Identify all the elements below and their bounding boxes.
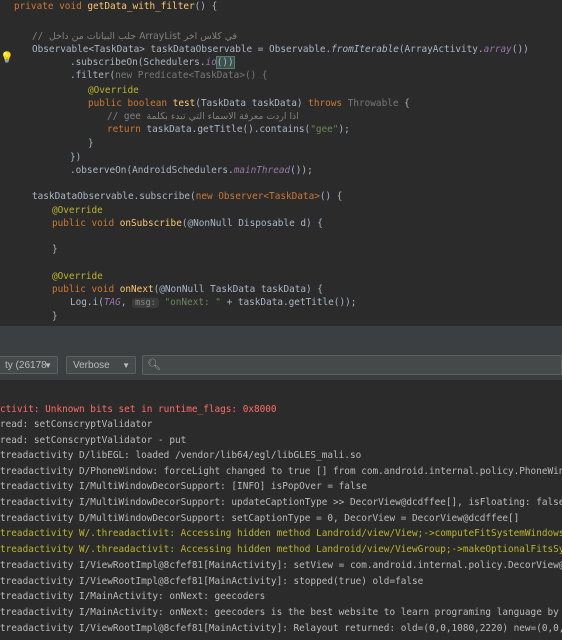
code-token: { [398,98,410,109]
code-token: (@NonNull Disposable d) { [181,218,323,229]
code-token: public void [52,284,115,295]
code-token: mainThread [233,165,291,176]
log-line: ctivit: Unknown bits set in runtime_flag… [0,404,277,415]
comment-marker: // [32,31,49,42]
chevron-down-icon: ▼ [44,361,52,370]
log-line: treadactivity W/.threadactivit: Accessin… [0,528,562,539]
log-level-select[interactable]: Verbose ▼ [66,356,136,374]
log-line: treadactivity I/MainActivity: onNext: ge… [0,607,562,618]
comment-text: جلب البيانات من داخل ArrayList في كلاس ا… [48,31,238,42]
code-token: (ArrayActivity. [398,44,484,55]
log-line: treadactivity D/MultiWindowDecorSupport:… [0,513,520,524]
parameter-hint: msg: [132,298,159,308]
code-token: io [205,57,217,68]
log-line: treadactivity I/ViewRootImpl@8cfef81[Mai… [0,576,424,587]
code-token: .observeOn(AndroidSchedulers. [70,165,234,176]
code-token: array [483,44,512,55]
method-name: test [172,98,196,109]
log-level-value: Verbose [73,360,110,371]
code-token: .subscribeOn(Schedulers. [70,57,206,68]
string-literal: "gee" [310,124,339,135]
code-token: throws [308,98,343,109]
search-icon: 🔍︎ [147,358,161,371]
code-token: taskDataObservable.subscribe( [32,191,196,202]
log-line: treadactivity D/PhoneWindow: forceLight … [0,466,562,477]
code-token: fromIterable [331,44,399,55]
code-token: private void [14,1,82,12]
string-literal: "onNext: " [164,297,221,308]
logcat-search[interactable]: 🔍︎ [142,355,562,375]
code-token: (TaskData taskData) [195,98,303,109]
method-name: onSubscribe [119,218,182,229]
annotation: @Override [88,85,139,96]
comment-text: اذا اردت معرفة الاسماء التي تبدء بكلمة [146,111,299,122]
logcat-toolbar: ty (26178 ▼ Verbose ▼ 🔍︎ [0,351,562,381]
process-select[interactable]: ty (26178 ▼ [0,356,58,374]
panel-separator[interactable] [0,325,562,352]
annotation: @Override [52,271,103,282]
log-line: treadactivity I/ViewRootImpl@8cfef81[Mai… [0,560,562,571]
code-token: } [88,138,94,149]
code-token: new Observer<TaskData> [195,191,320,202]
logcat-output[interactable]: ctivit: Unknown bits set in runtime_flag… [0,380,562,640]
code-token: , [120,297,133,308]
code-token: return [107,124,141,135]
log-line: treadactivity W/.threadactivit: Accessin… [0,544,562,555]
code-token: new Predicate<TaskData> [115,70,245,81]
search-input[interactable] [163,357,557,375]
method-name: onNext [119,284,154,295]
annotation: @Override [52,205,103,216]
code-editor[interactable]: private void getData_with_filter() { // … [0,0,562,325]
code-token: .filter( [70,70,116,81]
code-token: + taskData.getTitle()); [220,297,357,308]
code-token: Log.i( [70,297,104,308]
code-token: public boolean [88,98,168,109]
log-line: read: setConscryptValidator [0,419,153,430]
log-line: treadactivity I/MultiWindowDecorSupport:… [0,497,562,508]
code-line: } [52,242,58,258]
code-token: () { [319,191,343,202]
code-line: private void getData_with_filter() { [14,0,217,15]
log-line: treadactivity I/MultiWindowDecorSupport:… [0,481,367,492]
chevron-down-icon: ▼ [122,361,130,370]
code-line: public void onSubscribe(@NonNull Disposa… [52,216,323,232]
process-select-value: ty (26178 [5,360,47,371]
code-token: }) [70,152,82,163]
code-token: TAG [103,297,121,308]
log-line: treadactivity I/MainActivity: onNext: ge… [0,591,266,602]
code-token: ); [338,124,350,135]
log-line: read: setConscryptValidator - put [0,435,187,446]
method-name: getData_with_filter [87,1,195,12]
code-token: public void [52,218,115,229]
code-line: return taskData.getTitle().contains("gee… [107,122,350,138]
code-token: ()) [511,44,529,55]
code-line: .observeOn(AndroidSchedulers.mainThread(… [70,163,313,179]
ide-window: private void getData_with_filter() { // … [0,0,562,640]
code-token: Throwable [347,98,399,109]
comment-marker: // gee [107,111,147,122]
code-line: } [88,136,94,152]
code-line: } [52,309,58,325]
lightbulb-icon[interactable]: 💡 [0,52,14,64]
code-token: } [52,311,58,322]
code-token: taskData.getTitle().contains( [140,124,311,135]
code-token: (@NonNull TaskData taskData) { [153,284,323,295]
code-token: () { [244,70,268,81]
code-line: .filter(new Predicate<TaskData>() { [70,68,268,84]
code-line: Log.i(TAG, msg: "onNext: " + taskData.ge… [70,295,356,311]
code-token: ()); [290,165,313,176]
log-line: treadactivity D/libEGL: loaded /vendor/l… [0,450,362,461]
log-line: treadactivity I/ViewRootImpl@8cfef81[Mai… [0,623,562,634]
code-token: () { [194,1,218,12]
code-token: Observable<TaskData> taskDataObservable … [32,44,332,55]
code-token: ()) [215,56,235,69]
code-token: } [52,244,58,255]
